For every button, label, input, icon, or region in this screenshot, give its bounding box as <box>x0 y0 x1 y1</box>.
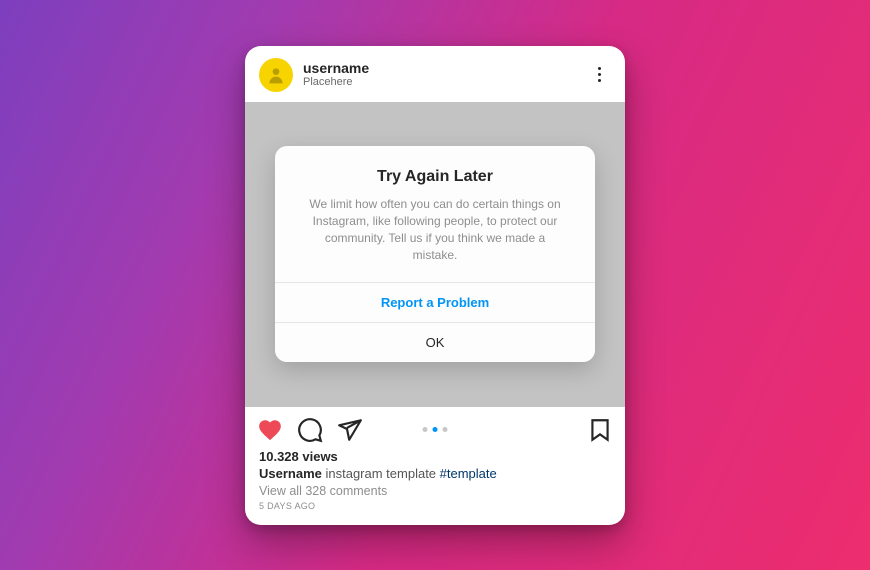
dialog-body: Try Again Later We limit how often you c… <box>275 146 595 281</box>
report-problem-button[interactable]: Report a Problem <box>275 282 595 322</box>
share-button[interactable] <box>337 417 363 443</box>
like-button[interactable] <box>257 417 283 443</box>
caption-hashtag[interactable]: #template <box>440 466 497 481</box>
header-text: username Placehere <box>303 60 577 90</box>
post-meta: 10.328 views Username instagram template… <box>245 447 625 525</box>
rate-limit-dialog: Try Again Later We limit how often you c… <box>275 146 595 361</box>
view-all-comments[interactable]: View all 328 comments <box>259 484 611 498</box>
heart-icon <box>257 417 283 443</box>
post-header: username Placehere <box>245 46 625 102</box>
user-icon <box>266 65 286 85</box>
bookmark-button[interactable] <box>587 417 613 443</box>
post-actions <box>245 407 625 447</box>
comment-icon <box>297 417 323 443</box>
post-timestamp: 5 DAYS AGO <box>259 501 611 511</box>
views-count[interactable]: 10.328 views <box>259 449 611 464</box>
carousel-dot-active <box>433 427 438 432</box>
instagram-post-card: username Placehere Try Again Later We li… <box>245 46 625 525</box>
ok-button[interactable]: OK <box>275 322 595 362</box>
avatar[interactable] <box>259 58 293 92</box>
post-username[interactable]: username <box>303 60 577 77</box>
caption-text: instagram template <box>322 466 440 481</box>
carousel-indicator <box>423 427 448 432</box>
caption: Username instagram template #template <box>259 466 611 481</box>
caption-username[interactable]: Username <box>259 466 322 481</box>
dialog-title: Try Again Later <box>297 168 573 186</box>
post-location[interactable]: Placehere <box>303 76 577 89</box>
dialog-message: We limit how often you can do certain th… <box>297 196 573 263</box>
post-media-area[interactable]: Try Again Later We limit how often you c… <box>245 102 625 407</box>
carousel-dot <box>443 427 448 432</box>
more-icon <box>598 67 601 70</box>
more-options-button[interactable] <box>587 63 611 87</box>
share-icon <box>337 417 363 443</box>
comment-button[interactable] <box>297 417 323 443</box>
carousel-dot <box>423 427 428 432</box>
bookmark-icon <box>587 417 613 443</box>
